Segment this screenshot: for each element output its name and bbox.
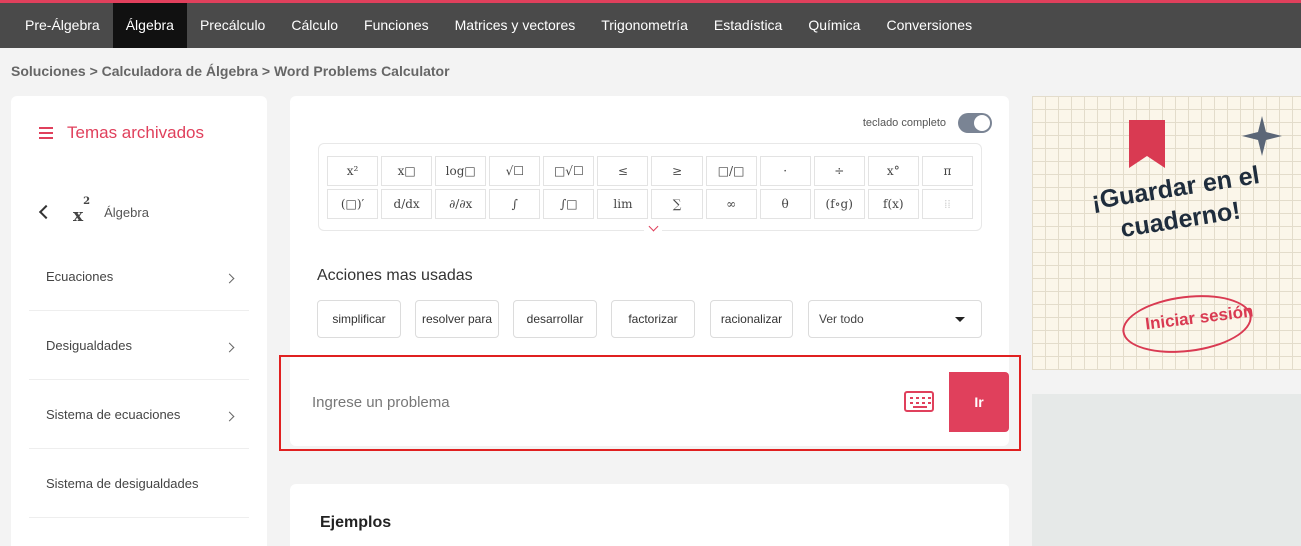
breadcrumb[interactable]: Soluciones > Calculadora de Álgebra > Wo… bbox=[11, 63, 450, 79]
actions-select[interactable]: Ver todo bbox=[808, 300, 982, 338]
keyboard-toggle-label: teclado completo bbox=[862, 117, 946, 129]
key-prime[interactable]: (□)′ bbox=[327, 189, 379, 219]
sidebar: Temas archivados x2 Álgebra Ecuaciones D… bbox=[11, 96, 267, 546]
action-desarrollar-button[interactable]: desarrollar bbox=[513, 300, 597, 338]
nav-item-estadistica[interactable]: Estadística bbox=[701, 3, 795, 48]
sidebar-back-label: Álgebra bbox=[104, 204, 149, 220]
keyboard-icon[interactable] bbox=[904, 391, 934, 412]
actions-select-value: Ver todo bbox=[819, 312, 864, 326]
action-resolver-button[interactable]: resolver para bbox=[415, 300, 499, 338]
key-composition[interactable]: (f∘g) bbox=[813, 189, 865, 219]
key-log[interactable]: log□ bbox=[435, 156, 487, 186]
key-function[interactable]: f(x) bbox=[867, 189, 919, 219]
nav-item-trigonometria[interactable]: Trigonometría bbox=[588, 3, 701, 48]
key-x-power[interactable]: x□ bbox=[381, 156, 433, 186]
key-matrix[interactable]: ⁞⁞ bbox=[921, 189, 973, 219]
key-sqrt[interactable]: √☐ bbox=[489, 156, 541, 186]
nav-item-funciones[interactable]: Funciones bbox=[351, 3, 442, 48]
chevron-down-icon[interactable] bbox=[644, 221, 662, 238]
key-limit[interactable]: lim bbox=[597, 189, 649, 219]
chevron-left-icon bbox=[38, 204, 54, 220]
sidebar-item-label: Sistema de desigualdades bbox=[46, 476, 199, 491]
actions-title: Acciones mas usadas bbox=[317, 267, 473, 284]
actions-row: simplificar resolver para desarrollar fa… bbox=[317, 300, 793, 338]
sidebar-item-sistema-ecuaciones[interactable]: Sistema de ecuaciones bbox=[29, 380, 249, 449]
nav-item-quimica[interactable]: Química bbox=[795, 3, 873, 48]
chevron-right-icon bbox=[224, 273, 235, 284]
key-derivative[interactable]: d/dx bbox=[381, 189, 433, 219]
sidebar-back[interactable]: x2 Álgebra bbox=[38, 196, 149, 226]
key-leq[interactable]: ≤ bbox=[597, 156, 649, 186]
sidebar-item-sistema-desigualdades[interactable]: Sistema de desigualdades bbox=[29, 449, 249, 518]
ad-banner[interactable]: ¡Guardar en el cuaderno! Iniciar sesión bbox=[1032, 96, 1301, 370]
action-factorizar-button[interactable]: factorizar bbox=[611, 300, 695, 338]
nav-item-matrices[interactable]: Matrices y vectores bbox=[442, 3, 589, 48]
key-partial[interactable]: ∂/∂x bbox=[435, 189, 487, 219]
ad-title: ¡Guardar en el cuaderno! bbox=[1089, 161, 1262, 244]
sidebar-header-label: Temas archivados bbox=[67, 123, 205, 142]
sidebar-item-label: Ecuaciones bbox=[46, 269, 114, 284]
sidebar-item-label: Desigualdades bbox=[46, 338, 133, 353]
sidebar-item-ecuaciones[interactable]: Ecuaciones bbox=[29, 242, 249, 311]
sidebar-item-label: Sistema de ecuaciones bbox=[46, 407, 181, 422]
nav-item-precalculo[interactable]: Precálculo bbox=[187, 3, 278, 48]
chevron-right-icon bbox=[224, 342, 235, 353]
nav-item-algebra[interactable]: Álgebra bbox=[112, 3, 187, 48]
go-button[interactable]: Ir bbox=[949, 372, 1009, 432]
top-nav: Pre-Álgebra Álgebra Precálculo Cálculo F… bbox=[0, 0, 1301, 48]
key-x-squared[interactable]: x² bbox=[327, 156, 379, 186]
nav-item-pre-algebra[interactable]: Pre-Álgebra bbox=[0, 3, 113, 48]
examples-title: Ejemplos bbox=[320, 514, 392, 531]
sparkle-icon bbox=[1242, 116, 1282, 156]
nav-item-calculo[interactable]: Cálculo bbox=[278, 3, 351, 48]
action-simplificar-button[interactable]: simplificar bbox=[317, 300, 401, 338]
math-keypad: x² x□ log□ √☐ □√☐ ≤ ≥ □/□ · ÷ x° π (□)′ … bbox=[318, 143, 982, 238]
key-pi[interactable]: π bbox=[921, 156, 973, 186]
chevron-right-icon bbox=[224, 411, 235, 422]
key-fraction[interactable]: □/□ bbox=[705, 156, 757, 186]
examples-card: Ejemplos bbox=[290, 484, 1009, 546]
action-racionalizar-button[interactable]: racionalizar bbox=[710, 300, 793, 338]
key-nth-root[interactable]: □√☐ bbox=[543, 156, 595, 186]
sidebar-list: Ecuaciones Desigualdades Sistema de ecua… bbox=[29, 242, 249, 518]
menu-icon bbox=[39, 127, 53, 139]
sidebar-item-desigualdades[interactable]: Desigualdades bbox=[29, 311, 249, 380]
key-divide[interactable]: ÷ bbox=[813, 156, 865, 186]
key-dot[interactable]: · bbox=[759, 156, 811, 186]
nav-item-conversiones[interactable]: Conversiones bbox=[873, 3, 985, 48]
key-sum[interactable]: ∑ bbox=[651, 189, 703, 219]
problem-input-row bbox=[290, 372, 1009, 432]
key-geq[interactable]: ≥ bbox=[651, 156, 703, 186]
key-definite-integral[interactable]: ∫□ bbox=[543, 189, 595, 219]
key-theta[interactable]: θ bbox=[759, 189, 811, 219]
sidebar-header[interactable]: Temas archivados bbox=[39, 123, 204, 143]
key-infinity[interactable]: ∞ bbox=[705, 189, 757, 219]
bookmark-icon bbox=[1129, 120, 1165, 168]
keyboard-toggle[interactable] bbox=[958, 113, 992, 133]
key-integral[interactable]: ∫ bbox=[489, 189, 541, 219]
ad-placeholder bbox=[1032, 394, 1301, 546]
key-degree[interactable]: x° bbox=[867, 156, 919, 186]
x-squared-icon: x2 bbox=[73, 196, 91, 226]
problem-input[interactable] bbox=[298, 382, 878, 422]
caret-down-icon bbox=[955, 317, 965, 322]
